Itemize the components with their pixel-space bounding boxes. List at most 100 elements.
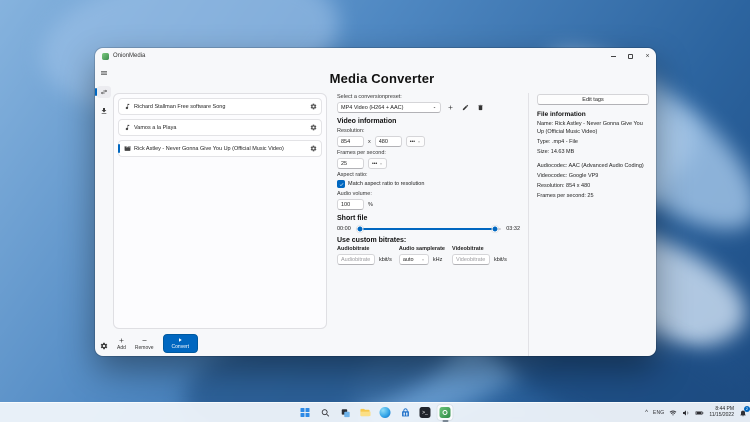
- list-item[interactable]: Richard Stallman Free software Song: [118, 98, 322, 115]
- preset-dropdown[interactable]: MP4 Video (H264 + AAC): [337, 102, 441, 113]
- battery-icon[interactable]: [695, 409, 704, 417]
- remove-button[interactable]: Remove: [135, 337, 154, 351]
- store-icon: [400, 408, 410, 418]
- video-bitrate-group: Videobitrate kbit/s: [452, 246, 507, 265]
- item-settings-gear-icon[interactable]: [310, 103, 317, 110]
- onionmedia-taskbar-button[interactable]: [438, 405, 453, 420]
- more-dots: •••: [410, 139, 415, 145]
- trim-end-time: 03:32: [506, 226, 520, 232]
- converter-icon: [100, 88, 108, 96]
- info-videocodec: Videocodec: Google VP9: [537, 173, 649, 181]
- sidebar-item-downloader[interactable]: [97, 105, 111, 117]
- file-label: Vamos a la Playa: [134, 125, 307, 131]
- item-settings-gear-icon[interactable]: [310, 145, 317, 152]
- file-explorer-button[interactable]: [358, 405, 373, 420]
- aspect-ratio-checkbox-label: Match aspect ratio to resolution: [348, 181, 424, 187]
- list-item[interactable]: Vamos a la Playa: [118, 119, 322, 136]
- sidebar-item-converter[interactable]: [97, 86, 111, 98]
- add-label: Add: [117, 345, 126, 351]
- preset-label: Select a conversionpreset:: [337, 94, 520, 100]
- file-label: Rick Astley - Never Gonna Give You Up (O…: [134, 146, 307, 152]
- search-button[interactable]: [318, 405, 333, 420]
- convert-label: Convert: [172, 344, 190, 350]
- music-note-icon: [124, 124, 131, 131]
- file-list-panel: Richard Stallman Free software Song Vamo…: [113, 93, 327, 356]
- audio-samplerate-group: Audio samplerate auto kHz: [399, 246, 445, 265]
- terminal-button[interactable]: >_: [418, 405, 433, 420]
- video-bitrate-input[interactable]: [452, 254, 490, 265]
- trim-slider-row: 00:00 03:32: [337, 226, 520, 232]
- file-actions: Add Remove Convert: [113, 329, 327, 356]
- main-content: Media Converter Richard Stallman Free so…: [113, 64, 656, 356]
- search-icon: [320, 408, 330, 418]
- trim-start-time: 00:00: [337, 226, 351, 232]
- edge-button[interactable]: [378, 405, 393, 420]
- trim-end-handle[interactable]: [492, 226, 499, 233]
- chevron-down-icon: [421, 258, 425, 262]
- edit-preset-button[interactable]: [460, 102, 471, 113]
- minus-icon: [141, 337, 148, 344]
- delete-preset-button[interactable]: [475, 102, 486, 113]
- resolution-label: Resolution:: [337, 128, 520, 134]
- folder-icon: [360, 407, 371, 418]
- more-dots: •••: [372, 161, 377, 167]
- hamburger-menu-button[interactable]: [97, 67, 111, 79]
- trim-slider-track[interactable]: [356, 228, 501, 230]
- file-information-title: File information: [537, 111, 649, 118]
- onionmedia-window: OnionMedia ×: [95, 48, 656, 356]
- item-settings-gear-icon[interactable]: [310, 124, 317, 131]
- resolution-presets-button[interactable]: •••: [406, 136, 425, 147]
- language-indicator[interactable]: ENG: [653, 410, 664, 416]
- taskbar-clock[interactable]: 8:44 PM 11/15/2022: [709, 407, 734, 419]
- fps-input[interactable]: [337, 158, 364, 169]
- minimize-icon: [611, 56, 616, 57]
- start-button[interactable]: [298, 405, 313, 420]
- sidebar-item-settings[interactable]: [97, 340, 111, 352]
- desktop: OnionMedia ×: [0, 0, 750, 422]
- file-list: Richard Stallman Free software Song Vamo…: [113, 93, 327, 329]
- audio-bitrate-label: Audiobitrate: [337, 246, 392, 252]
- video-bitrate-label: Videobitrate: [452, 246, 507, 252]
- audio-bitrate-group: Audiobitrate kbit/s: [337, 246, 392, 265]
- custom-bitrates-title: Use custom bitrates:: [337, 237, 520, 244]
- video-icon: [124, 145, 131, 152]
- check-icon: [339, 182, 344, 187]
- audio-volume-input[interactable]: [337, 199, 364, 210]
- maximize-button[interactable]: [622, 48, 639, 64]
- task-view-button[interactable]: [338, 405, 353, 420]
- notification-center-button[interactable]: 2: [739, 409, 747, 417]
- audio-samplerate-dropdown[interactable]: auto: [399, 254, 429, 265]
- pencil-icon: [462, 104, 469, 111]
- add-button[interactable]: Add: [117, 337, 126, 351]
- close-button[interactable]: ×: [639, 48, 656, 64]
- plus-icon: [447, 104, 454, 111]
- edit-tags-button[interactable]: Edit tags: [537, 94, 649, 105]
- info-audiocodec: Audiocodec: AAC (Advanced Audio Coding): [537, 163, 649, 171]
- tray-overflow-chevron[interactable]: ^: [645, 410, 648, 416]
- fps-presets-button[interactable]: •••: [368, 158, 387, 169]
- hamburger-icon: [100, 69, 108, 77]
- onionmedia-icon: [440, 407, 451, 418]
- terminal-icon: >_: [420, 407, 431, 418]
- video-bitrate-unit: kbit/s: [494, 257, 507, 263]
- add-preset-button[interactable]: [445, 102, 456, 113]
- maximize-icon: [628, 54, 633, 59]
- audio-samplerate-value: auto: [403, 257, 414, 263]
- convert-button[interactable]: Convert: [163, 334, 199, 353]
- list-item-selected[interactable]: Rick Astley - Never Gonna Give You Up (O…: [118, 140, 322, 157]
- aspect-ratio-checkbox[interactable]: [337, 180, 345, 188]
- resolution-width-input[interactable]: [337, 136, 364, 147]
- windows-logo-icon: [301, 408, 310, 417]
- window-title: OnionMedia: [113, 53, 145, 59]
- audio-samplerate-unit: kHz: [433, 257, 442, 263]
- volume-icon[interactable]: [682, 409, 690, 417]
- video-information-title: Video information: [337, 118, 520, 125]
- system-tray: ^ ENG 8:44 PM 11/15/2022 2: [645, 403, 747, 422]
- store-button[interactable]: [398, 405, 413, 420]
- wifi-icon[interactable]: [669, 409, 677, 417]
- minimize-button[interactable]: [605, 48, 622, 64]
- resolution-height-input[interactable]: [375, 136, 402, 147]
- titlebar[interactable]: OnionMedia ×: [95, 48, 656, 64]
- audio-bitrate-input[interactable]: [337, 254, 375, 265]
- trim-start-handle[interactable]: [357, 226, 364, 233]
